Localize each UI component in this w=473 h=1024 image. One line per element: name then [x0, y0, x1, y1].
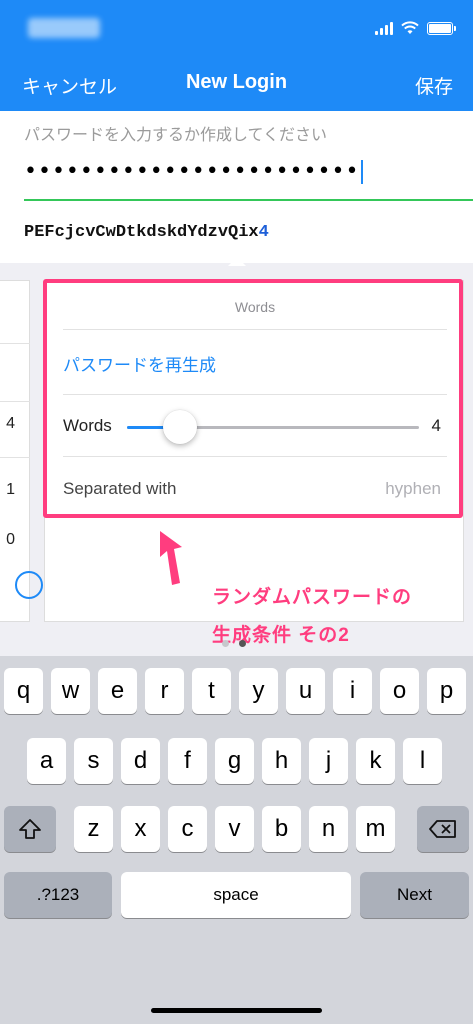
- key-a[interactable]: a: [27, 738, 66, 784]
- home-indicator: [151, 1008, 322, 1013]
- password-form: パスワードを入力するか作成してください ••••••••••••••••••••…: [0, 111, 473, 263]
- key-h[interactable]: h: [262, 738, 301, 784]
- generated-password: PEFcjcvCwDtkdskdYdzvQix4: [24, 223, 269, 242]
- annotation-text-line1: ランダムパスワードの: [212, 587, 413, 608]
- words-slider[interactable]: [127, 410, 419, 444]
- key-u[interactable]: u: [286, 668, 325, 714]
- key-c[interactable]: c: [168, 806, 207, 852]
- key-w[interactable]: w: [51, 668, 90, 714]
- nav-bar: キャンセル New Login 保存: [0, 60, 473, 106]
- cancel-button[interactable]: キャンセル: [22, 72, 117, 99]
- separated-with-label: Separated with: [63, 479, 177, 498]
- status-carrier-blurred: [28, 18, 100, 38]
- page-indicator: [222, 640, 246, 647]
- password-hint: パスワードを入力するか作成してください: [24, 127, 328, 144]
- key-s[interactable]: s: [74, 738, 113, 784]
- key-d[interactable]: d: [121, 738, 160, 784]
- numbers-key[interactable]: .?123: [4, 872, 112, 918]
- wifi-icon: [401, 21, 419, 34]
- key-i[interactable]: i: [333, 668, 372, 714]
- battery-icon: [427, 21, 456, 35]
- key-k[interactable]: k: [356, 738, 395, 784]
- generated-password-digit: 4: [258, 223, 269, 242]
- separated-with-value[interactable]: hyphen: [385, 479, 441, 499]
- regenerate-password-button[interactable]: パスワードを再生成: [63, 351, 216, 376]
- key-m[interactable]: m: [356, 806, 395, 852]
- text-caret: [361, 160, 364, 184]
- annotation-arrow-icon: [160, 531, 182, 585]
- signal-icon: [375, 21, 393, 35]
- key-n[interactable]: n: [309, 806, 348, 852]
- key-y[interactable]: y: [239, 668, 278, 714]
- page-dot: [222, 640, 229, 647]
- password-strength-line: [24, 199, 473, 201]
- words-generator-card: Words パスワードを再生成 Words 4 Separated with h…: [44, 280, 464, 622]
- card-value: 0: [6, 531, 15, 548]
- password-input[interactable]: ••••••••••••••••••••••••: [24, 159, 364, 184]
- divider: [63, 329, 447, 330]
- card-value: 1: [6, 481, 15, 498]
- slider-thumb[interactable]: [162, 410, 197, 444]
- key-x[interactable]: x: [121, 806, 160, 852]
- key-j[interactable]: j: [309, 738, 348, 784]
- shift-key[interactable]: [4, 806, 56, 852]
- key-o[interactable]: o: [380, 668, 419, 714]
- words-label: Words: [63, 416, 112, 435]
- key-l[interactable]: l: [403, 738, 442, 784]
- next-key[interactable]: Next: [360, 872, 469, 918]
- divider: [63, 394, 447, 395]
- divider: [0, 401, 30, 402]
- key-b[interactable]: b: [262, 806, 301, 852]
- key-r[interactable]: r: [145, 668, 184, 714]
- password-masked-value: ••••••••••••••••••••••••: [24, 159, 360, 184]
- save-button[interactable]: 保存: [415, 72, 453, 99]
- card-value: 4: [6, 415, 15, 432]
- status-icons: [375, 18, 456, 38]
- shift-icon: [19, 819, 41, 839]
- divider: [0, 343, 30, 344]
- key-t[interactable]: t: [192, 668, 231, 714]
- delete-icon: [429, 820, 456, 838]
- key-e[interactable]: e: [98, 668, 137, 714]
- card-header: Words: [234, 299, 276, 315]
- space-key[interactable]: space: [121, 872, 351, 918]
- divider: [0, 457, 30, 458]
- key-v[interactable]: v: [215, 806, 254, 852]
- top-bar: キャンセル New Login 保存: [0, 0, 473, 111]
- delete-key[interactable]: [417, 806, 469, 852]
- generated-password-text: PEFcjcvCwDtkdskdYdzvQix: [24, 223, 259, 242]
- key-f[interactable]: f: [168, 738, 207, 784]
- page-dot-active: [239, 640, 246, 647]
- key-q[interactable]: q: [4, 668, 43, 714]
- previous-generator-card[interactable]: 4 1 0: [0, 280, 43, 622]
- toggle-ring[interactable]: [15, 571, 43, 599]
- key-p[interactable]: p: [427, 668, 466, 714]
- words-value: 4: [431, 416, 441, 435]
- popover-notch: [228, 257, 246, 266]
- key-g[interactable]: g: [215, 738, 254, 784]
- key-z[interactable]: z: [74, 806, 113, 852]
- divider: [63, 456, 447, 457]
